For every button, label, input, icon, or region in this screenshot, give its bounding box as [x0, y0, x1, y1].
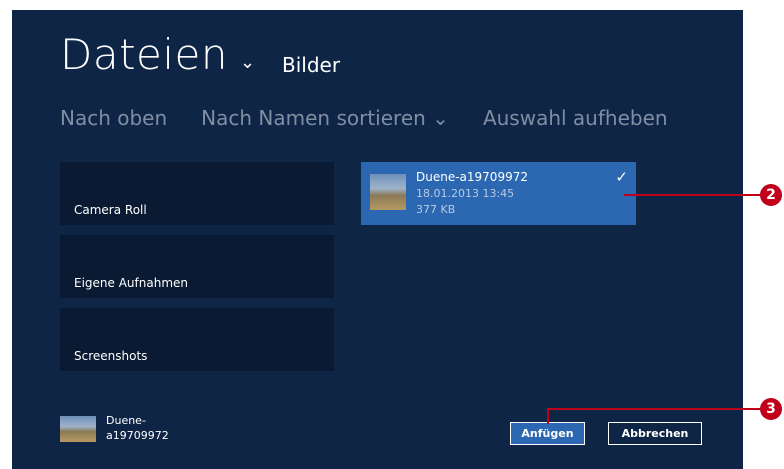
folder-label: Screenshots: [74, 349, 148, 363]
folder-label: Camera Roll: [74, 203, 147, 217]
sort-label: Nach Namen sortieren: [201, 106, 426, 130]
file-date: 18.01.2013 13:45: [416, 187, 515, 200]
file-name: Duene-a19709972: [416, 170, 528, 184]
checkmark-icon: ✓: [615, 168, 628, 186]
file-tile-selected[interactable]: Duene-a19709972 18.01.2013 13:45 377 KB …: [361, 162, 636, 225]
basket-file-name: Duene- a19709972: [106, 413, 196, 443]
chevron-down-icon: ⌄: [432, 106, 449, 130]
file-picker: Dateien ⌄ Bilder Nach oben Nach Namen so…: [12, 10, 743, 469]
clear-selection-button[interactable]: Auswahl aufheben: [483, 106, 668, 130]
page-title[interactable]: Dateien: [60, 34, 228, 76]
callout-line-3: [547, 408, 762, 410]
attach-button[interactable]: Anfügen: [510, 422, 585, 445]
folder-tile-eigene-aufnahmen[interactable]: Eigene Aufnahmen: [60, 235, 334, 298]
cancel-button[interactable]: Abbrechen: [608, 422, 702, 445]
callout-badge-3: 3: [760, 398, 782, 420]
file-thumbnail: [370, 174, 406, 210]
sort-button[interactable]: Nach Namen sortieren ⌄: [201, 106, 449, 130]
callout-vline-3: [547, 408, 549, 424]
chevron-down-icon[interactable]: ⌄: [240, 52, 255, 73]
command-bar: Nach oben Nach Namen sortieren ⌄ Auswahl…: [60, 106, 668, 130]
callout-line-2: [624, 194, 762, 196]
basket-thumbnail[interactable]: [60, 416, 96, 442]
basket-file-name-text: Duene- a19709972: [106, 414, 169, 442]
folder-tile-screenshots[interactable]: Screenshots: [60, 308, 334, 371]
folder-label: Eigene Aufnahmen: [74, 276, 188, 290]
file-size: 377 KB: [416, 203, 456, 216]
callout-badge-2: 2: [760, 184, 782, 206]
up-button[interactable]: Nach oben: [60, 106, 167, 130]
folder-tile-camera-roll[interactable]: Camera Roll: [60, 162, 334, 225]
current-location: Bilder: [282, 53, 341, 77]
